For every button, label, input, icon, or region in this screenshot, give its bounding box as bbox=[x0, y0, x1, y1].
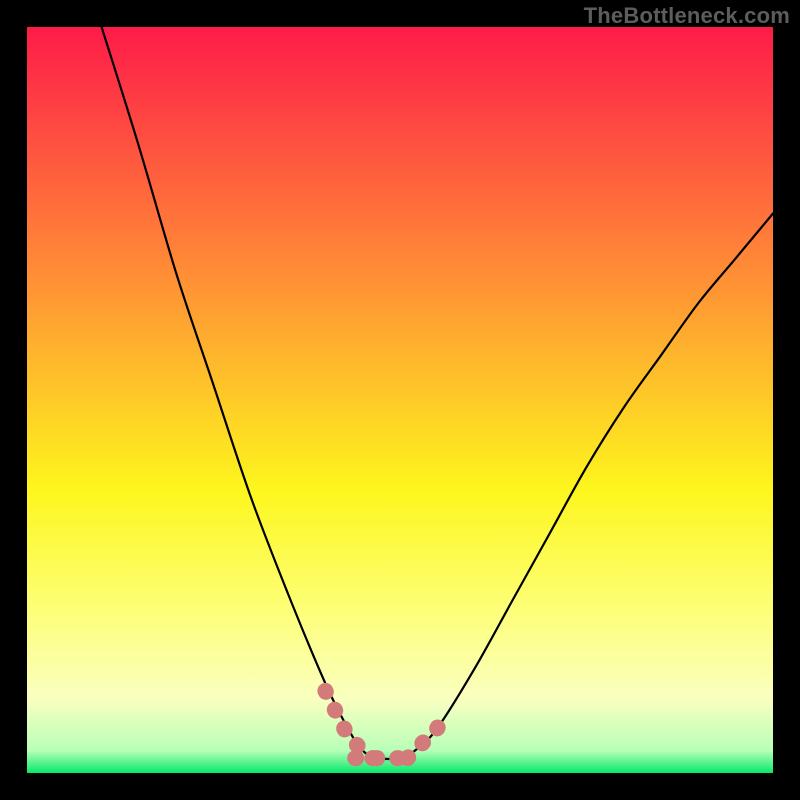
plot-background bbox=[27, 27, 773, 773]
chart-svg bbox=[27, 27, 773, 773]
watermark-text: TheBottleneck.com bbox=[584, 3, 790, 29]
chart-container: TheBottleneck.com bbox=[0, 0, 800, 800]
plot-area bbox=[27, 27, 773, 773]
